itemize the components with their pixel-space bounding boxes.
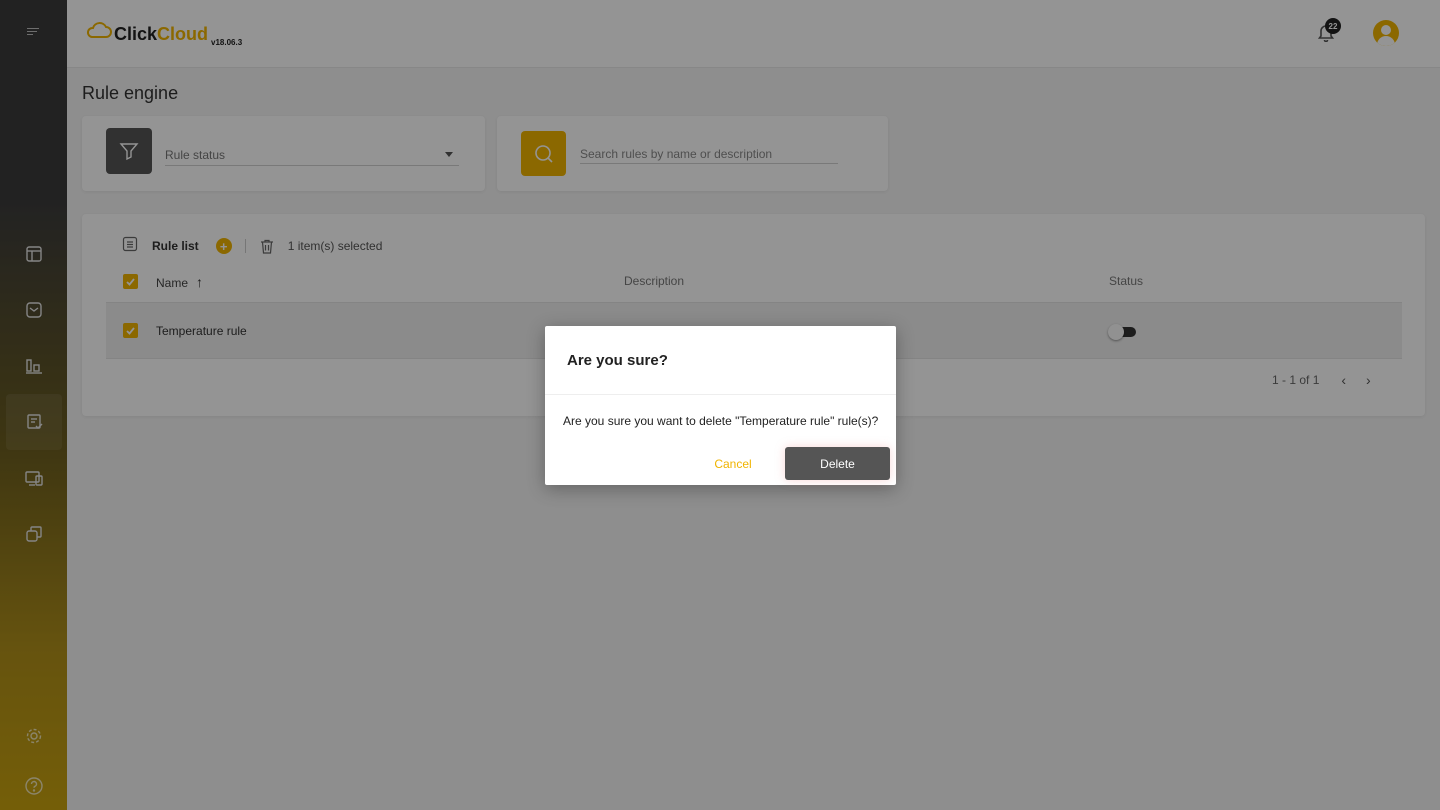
delete-button[interactable]: Delete	[785, 447, 890, 480]
dialog-divider	[545, 394, 896, 395]
confirm-delete-dialog: Are you sure? Are you sure you want to d…	[545, 326, 896, 485]
dialog-title: Are you sure?	[567, 352, 668, 369]
dialog-message: Are you sure you want to delete "Tempera…	[563, 414, 879, 428]
cancel-button[interactable]: Cancel	[695, 447, 771, 481]
